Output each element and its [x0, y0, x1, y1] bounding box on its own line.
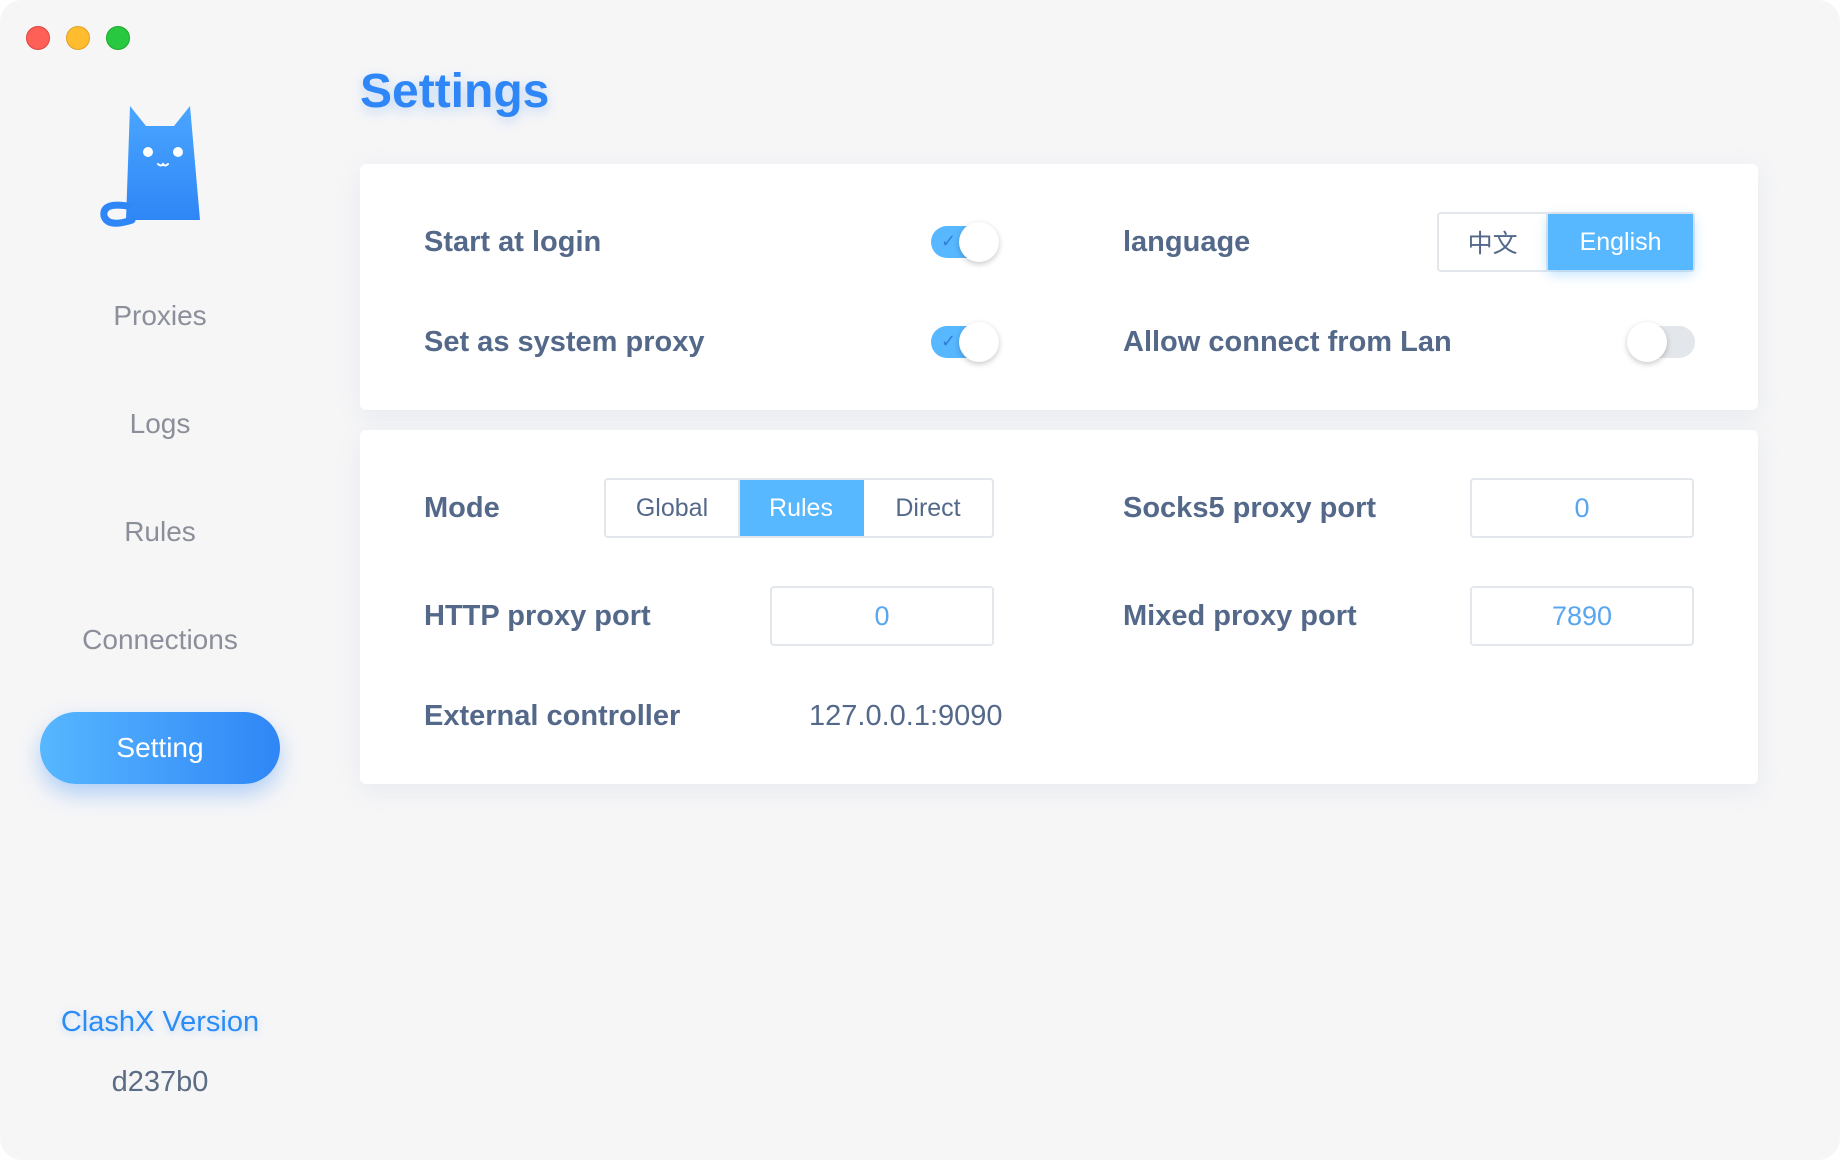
language-selector: 中文 English — [1437, 212, 1695, 272]
socks5-port-label: Socks5 proxy port — [1123, 492, 1377, 524]
system-proxy-label: Set as system proxy — [424, 326, 705, 358]
start-at-login-toggle[interactable]: ✓ — [931, 222, 999, 262]
sidebar-item-setting[interactable]: Setting — [40, 712, 280, 784]
allow-lan-toggle[interactable] — [1627, 322, 1695, 362]
version-value: d237b0 — [111, 1066, 209, 1098]
sidebar: Proxies Logs Rules Connections Setting C… — [0, 0, 320, 1160]
mode-option-global[interactable]: Global — [606, 480, 740, 536]
language-option-chinese[interactable]: 中文 — [1439, 214, 1549, 270]
language-option-english[interactable]: English — [1548, 214, 1693, 270]
app-window: Proxies Logs Rules Connections Setting C… — [0, 0, 1840, 1160]
cat-logo-icon — [100, 106, 200, 227]
sidebar-item-connections[interactable]: Connections — [40, 604, 280, 676]
external-controller-label: External controller — [424, 700, 681, 732]
mixed-port-label: Mixed proxy port — [1123, 600, 1357, 632]
http-port-label: HTTP proxy port — [424, 600, 651, 632]
http-port-input[interactable] — [770, 586, 994, 646]
general-settings-card: Start at login ✓ Set as system proxy ✓ l… — [360, 164, 1758, 410]
allow-lan-label: Allow connect from Lan — [1123, 326, 1452, 358]
system-proxy-toggle[interactable]: ✓ — [931, 322, 999, 362]
mode-option-direct[interactable]: Direct — [864, 480, 992, 536]
socks5-port-input[interactable] — [1470, 478, 1694, 538]
sidebar-item-rules[interactable]: Rules — [40, 496, 280, 568]
language-label: language — [1123, 226, 1251, 258]
sidebar-item-proxies[interactable]: Proxies — [40, 280, 280, 352]
check-icon: ✓ — [941, 331, 957, 352]
version-label: ClashX Version — [60, 1006, 260, 1038]
external-controller-value: 127.0.0.1:9090 — [809, 700, 1003, 732]
mode-option-rules[interactable]: Rules — [740, 480, 864, 536]
sidebar-item-logs[interactable]: Logs — [40, 388, 280, 460]
mixed-port-input[interactable] — [1470, 586, 1694, 646]
mode-label: Mode — [424, 492, 500, 524]
check-icon: ✓ — [941, 231, 957, 252]
start-at-login-label: Start at login — [424, 226, 602, 258]
proxy-settings-card: Mode Global Rules Direct Socks5 proxy po… — [360, 430, 1758, 784]
page-title: Settings — [360, 65, 550, 118]
mode-selector: Global Rules Direct — [604, 478, 994, 538]
